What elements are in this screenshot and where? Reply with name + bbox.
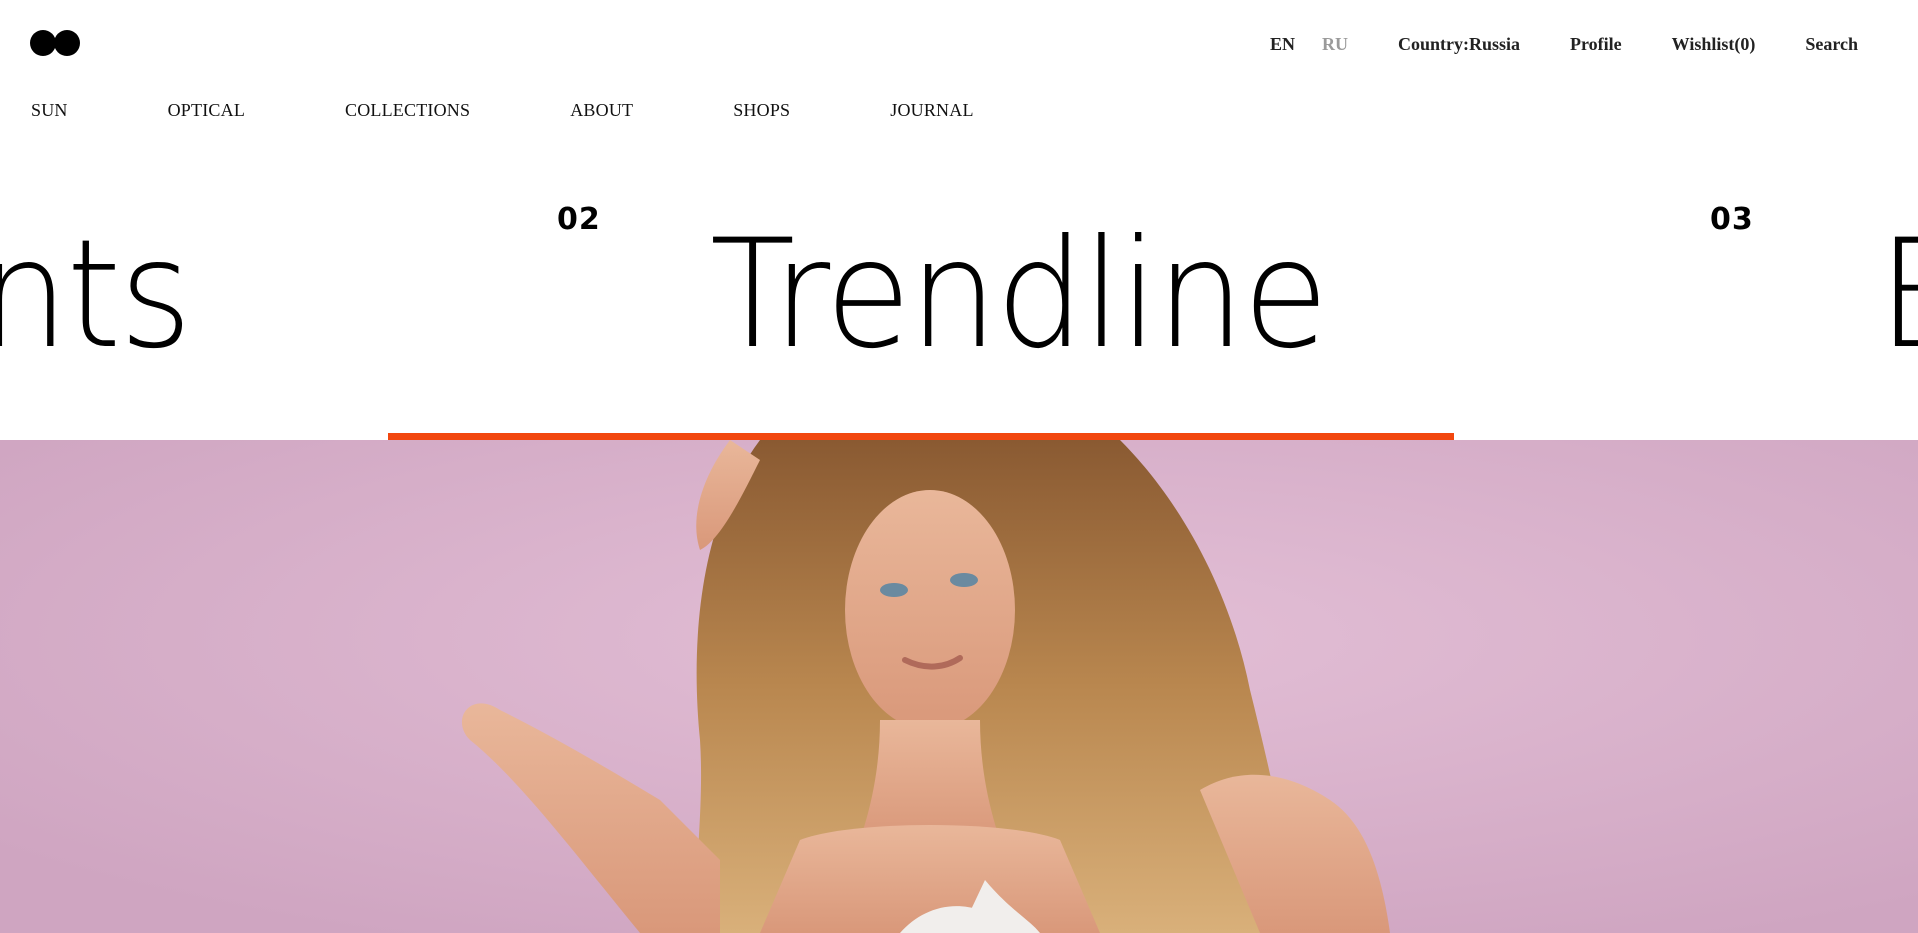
nav-item-sun[interactable]: SUN — [31, 100, 68, 121]
top-utility-bar: EN RU Country:Russia Profile Wishlist(0)… — [1270, 32, 1858, 56]
collection-slider: nts 02 Trendline 03 E — [0, 190, 1918, 440]
nav-item-shops[interactable]: SHOPS — [733, 100, 790, 121]
country-selector[interactable]: Country:Russia — [1398, 34, 1520, 55]
main-navigation: SUN OPTICAL COLLECTIONS ABOUT SHOPS JOUR… — [31, 100, 1074, 121]
active-slide-indicator — [388, 433, 1454, 440]
slide-number-next: 03 — [1710, 202, 1754, 237]
hero-photo-woman — [0, 440, 1918, 933]
slide-title-prev[interactable]: nts — [0, 220, 192, 370]
slide-title-active[interactable]: Trendline — [710, 220, 1329, 370]
language-en-link[interactable]: EN — [1270, 34, 1295, 55]
slide-number-active: 02 — [557, 202, 601, 237]
logo-dot-icon — [54, 30, 80, 56]
nav-item-about[interactable]: ABOUT — [570, 100, 633, 121]
nav-item-journal[interactable]: JOURNAL — [890, 100, 973, 121]
nav-item-collections[interactable]: COLLECTIONS — [345, 100, 470, 121]
language-ru-link[interactable]: RU — [1322, 34, 1348, 55]
search-link[interactable]: Search — [1805, 34, 1858, 55]
profile-link[interactable]: Profile — [1570, 34, 1622, 55]
nav-item-optical[interactable]: OPTICAL — [168, 100, 245, 121]
hero-image — [0, 440, 1918, 933]
wishlist-link[interactable]: Wishlist(0) — [1672, 34, 1756, 55]
logo[interactable] — [30, 30, 82, 56]
logo-dot-icon — [30, 30, 56, 56]
slide-title-next[interactable]: E — [1878, 220, 1918, 370]
